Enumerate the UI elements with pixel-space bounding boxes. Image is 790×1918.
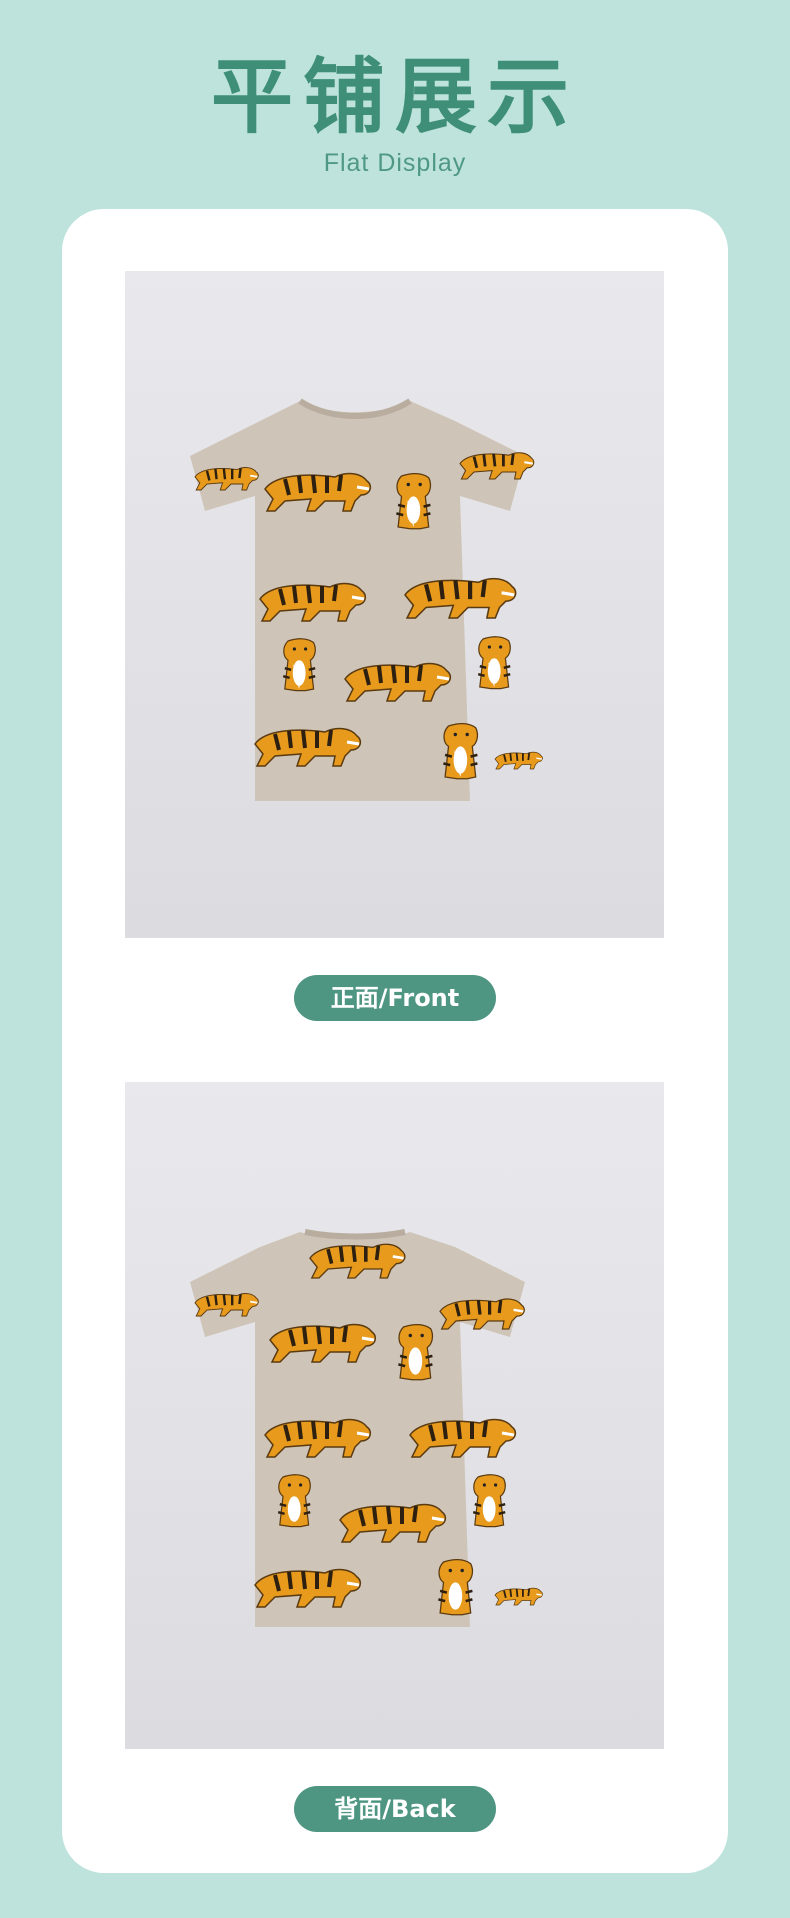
back-label-badge: 背面/Back	[294, 1786, 496, 1832]
section-subtitle: Flat Display	[323, 149, 467, 177]
back-photo	[125, 1082, 664, 1749]
section-title: 平铺展示	[210, 50, 579, 145]
display-card: 正面/Front 背面/Back	[62, 209, 728, 1873]
front-label-badge: 正面/Front	[294, 975, 496, 1021]
front-photo	[125, 271, 664, 938]
